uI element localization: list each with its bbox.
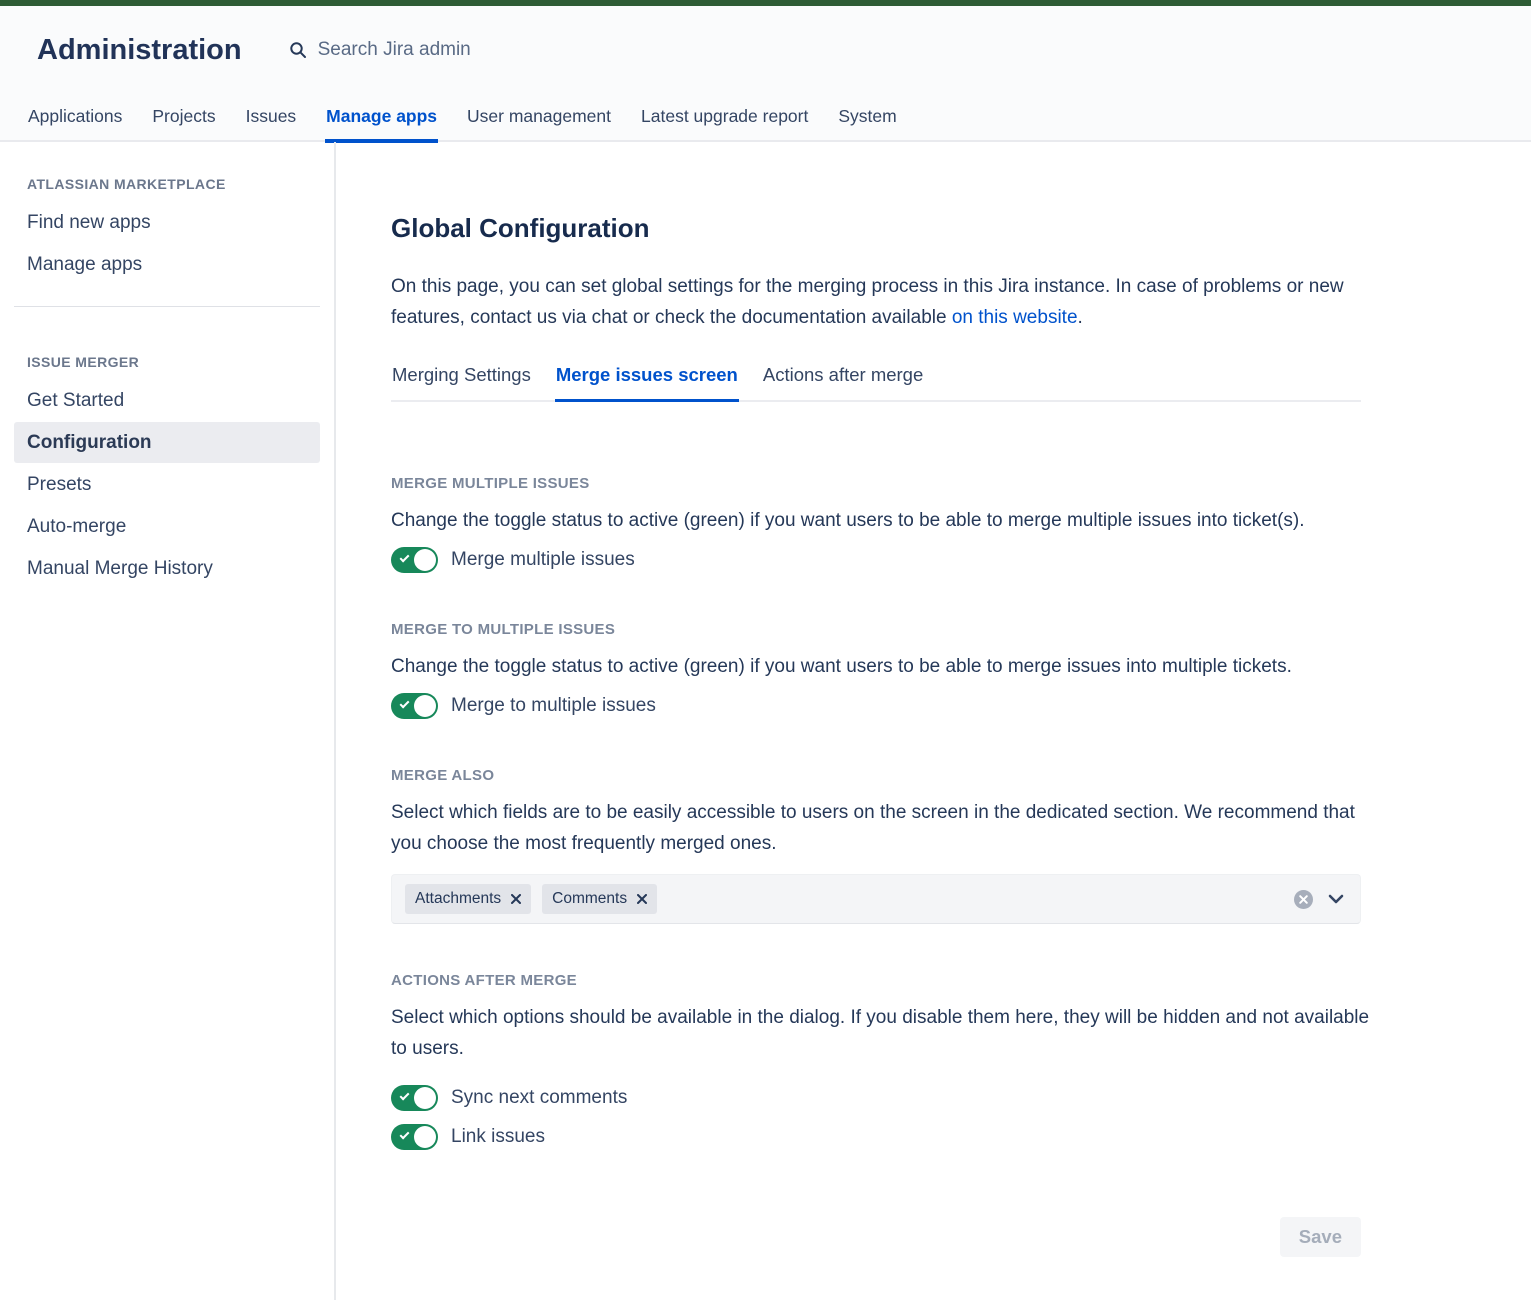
page-title: Global Configuration: [391, 213, 1531, 244]
chevron-down-icon[interactable]: [1328, 894, 1344, 904]
config-tabs: Merging Settings Merge issues screen Act…: [391, 364, 1361, 402]
sidebar-section-title-marketplace: ATLASSIAN MARKETPLACE: [14, 176, 320, 202]
tag-attachments: Attachments: [405, 884, 531, 914]
tab-actions-after-merge[interactable]: Actions after merge: [762, 364, 924, 400]
link-issues-toggle[interactable]: [391, 1124, 438, 1150]
nav-item-user-management[interactable]: User management: [466, 94, 612, 140]
save-button[interactable]: Save: [1280, 1217, 1361, 1257]
remove-tag-icon[interactable]: [637, 894, 647, 904]
sync-next-comments-toggle-row: Sync next comments: [391, 1085, 1531, 1111]
sidebar-item-find-new-apps[interactable]: Find new apps: [14, 202, 320, 243]
main-content: Global Configuration On this page, you c…: [336, 142, 1531, 1300]
nav-item-issues[interactable]: Issues: [245, 94, 298, 140]
merge-to-multiple-toggle-row: Merge to multiple issues: [391, 693, 1531, 719]
tag-label: Attachments: [415, 890, 501, 908]
toggle-knob: [414, 549, 436, 571]
app-title: Administration: [37, 34, 242, 67]
tab-merge-issues-screen[interactable]: Merge issues screen: [555, 364, 739, 402]
toggle-label: Merge multiple issues: [451, 549, 635, 571]
toggle-label: Link issues: [451, 1126, 545, 1148]
nav-item-manage-apps[interactable]: Manage apps: [325, 94, 438, 143]
check-icon: [400, 1091, 410, 1101]
search-input[interactable]: [316, 38, 516, 62]
check-icon: [400, 699, 410, 709]
toggle-knob: [414, 695, 436, 717]
merge-also-multiselect[interactable]: Attachments Comments: [391, 874, 1361, 924]
clear-all-icon[interactable]: [1294, 890, 1313, 909]
section-body-merge-to-multiple: Change the toggle status to active (gree…: [391, 651, 1371, 682]
sidebar: ATLASSIAN MARKETPLACE Find new apps Mana…: [0, 142, 336, 1300]
toggle-knob: [414, 1087, 436, 1109]
merge-multiple-issues-toggle[interactable]: [391, 547, 438, 573]
section-heading-actions-after-merge: ACTIONS AFTER MERGE: [391, 972, 1531, 989]
intro-text: On this page, you can set global setting…: [391, 276, 1344, 328]
nav-item-applications[interactable]: Applications: [27, 94, 123, 140]
intro-text-end: .: [1078, 307, 1083, 328]
toggle-label: Sync next comments: [451, 1087, 627, 1109]
admin-search[interactable]: [289, 38, 516, 62]
check-icon: [400, 553, 410, 563]
merge-multiple-toggle-row: Merge multiple issues: [391, 547, 1531, 573]
link-issues-toggle-row: Link issues: [391, 1124, 1531, 1150]
documentation-link[interactable]: on this website: [952, 307, 1078, 328]
intro-paragraph: On this page, you can set global setting…: [391, 271, 1371, 333]
page-header: Administration Applications Projects Iss…: [0, 6, 1531, 142]
sidebar-divider: [14, 306, 320, 307]
sidebar-item-auto-merge[interactable]: Auto-merge: [14, 506, 320, 547]
section-heading-merge-also: MERGE ALSO: [391, 767, 1531, 784]
search-icon: [289, 41, 307, 59]
nav-item-system[interactable]: System: [837, 94, 897, 140]
section-heading-merge-multiple: MERGE MULTIPLE ISSUES: [391, 475, 1531, 492]
sidebar-item-manage-apps[interactable]: Manage apps: [14, 244, 320, 285]
nav-item-latest-upgrade-report[interactable]: Latest upgrade report: [640, 94, 809, 140]
sync-next-comments-toggle[interactable]: [391, 1085, 438, 1111]
merge-to-multiple-issues-toggle[interactable]: [391, 693, 438, 719]
section-body-actions-after-merge: Select which options should be available…: [391, 1002, 1371, 1064]
nav-item-projects[interactable]: Projects: [151, 94, 216, 140]
tag-comments: Comments: [542, 884, 657, 914]
sidebar-item-presets[interactable]: Presets: [14, 464, 320, 505]
section-body-merge-also: Select which fields are to be easily acc…: [391, 797, 1371, 859]
remove-tag-icon[interactable]: [511, 894, 521, 904]
sidebar-item-configuration[interactable]: Configuration: [14, 422, 320, 463]
tag-label: Comments: [552, 890, 627, 908]
toggle-label: Merge to multiple issues: [451, 695, 656, 717]
section-body-merge-multiple: Change the toggle status to active (gree…: [391, 505, 1371, 536]
sidebar-section-title-issue-merger: ISSUE MERGER: [14, 354, 320, 380]
sidebar-item-manual-merge-history[interactable]: Manual Merge History: [14, 548, 320, 589]
tab-merging-settings[interactable]: Merging Settings: [391, 364, 532, 400]
check-icon: [400, 1130, 410, 1140]
sidebar-item-get-started[interactable]: Get Started: [14, 380, 320, 421]
admin-nav: Applications Projects Issues Manage apps…: [0, 94, 1531, 142]
section-heading-merge-to-multiple: MERGE TO MULTIPLE ISSUES: [391, 621, 1531, 638]
toggle-knob: [414, 1126, 436, 1148]
